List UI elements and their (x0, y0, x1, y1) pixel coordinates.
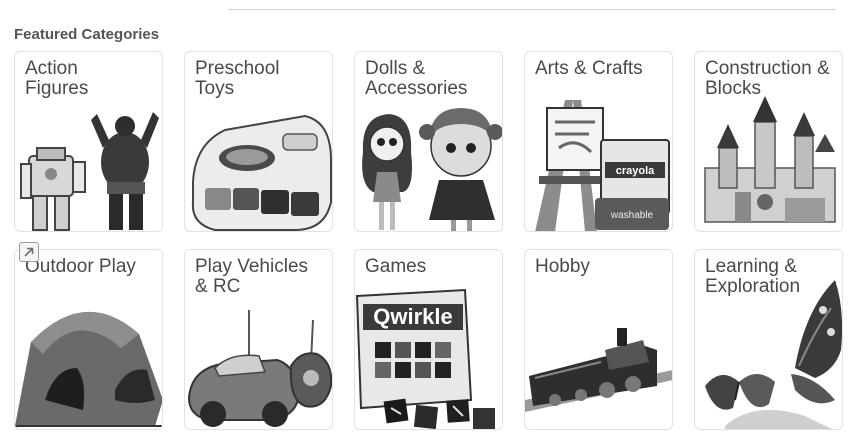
category-tile-dolls-accessories[interactable]: Dolls & Accessories (354, 51, 503, 232)
category-label: Learning & Exploration (705, 256, 801, 297)
category-grid: Action Figures Preschool Toys Dolls & Ac… (14, 51, 843, 430)
category-label: Preschool Toys (195, 58, 280, 99)
section-title: Featured Categories (14, 26, 160, 43)
category-tile-preschool-toys[interactable]: Preschool Toys (184, 51, 333, 232)
category-tile-games[interactable]: Qwirkle Games (354, 249, 503, 430)
category-label: Construction & Blocks (705, 58, 830, 99)
train-image (525, 328, 672, 412)
arrow-up-right-icon (24, 247, 34, 257)
arts-crafts-image: crayola washable (535, 100, 670, 231)
washable-box-label: washable (610, 210, 654, 221)
category-label: Arts & Crafts (535, 58, 643, 79)
category-tile-construction-blocks[interactable]: Construction & Blocks (694, 51, 843, 232)
category-tile-hobby[interactable]: Hobby (524, 249, 673, 430)
category-tile-outdoor-play[interactable]: Outdoor Play (14, 249, 163, 430)
featured-categories-page: Featured Categories Action Figures Presc… (0, 0, 849, 441)
qwirkle-game-image: Qwirkle (355, 288, 495, 429)
category-label: Action Figures (25, 58, 89, 99)
category-label: Play Vehicles & RC (195, 256, 309, 297)
expand-icon[interactable] (19, 242, 39, 262)
category-label: Outdoor Play (25, 256, 136, 277)
category-tile-action-figures[interactable]: Action Figures (14, 51, 163, 232)
crayola-box-brand: crayola (616, 165, 655, 177)
category-label: Hobby (535, 256, 590, 277)
tent-image (15, 311, 162, 427)
category-tile-play-vehicles-rc[interactable]: Play Vehicles & RC (184, 249, 333, 430)
category-label: Games (365, 256, 427, 277)
category-label: Dolls & Accessories (365, 58, 468, 99)
category-tile-learning-exploration[interactable]: Learning & Exploration (694, 249, 843, 430)
divider (228, 9, 836, 10)
game-brand-logo: Qwirkle (373, 304, 452, 329)
category-tile-arts-crafts[interactable]: crayola washable Arts & Crafts (524, 51, 673, 232)
